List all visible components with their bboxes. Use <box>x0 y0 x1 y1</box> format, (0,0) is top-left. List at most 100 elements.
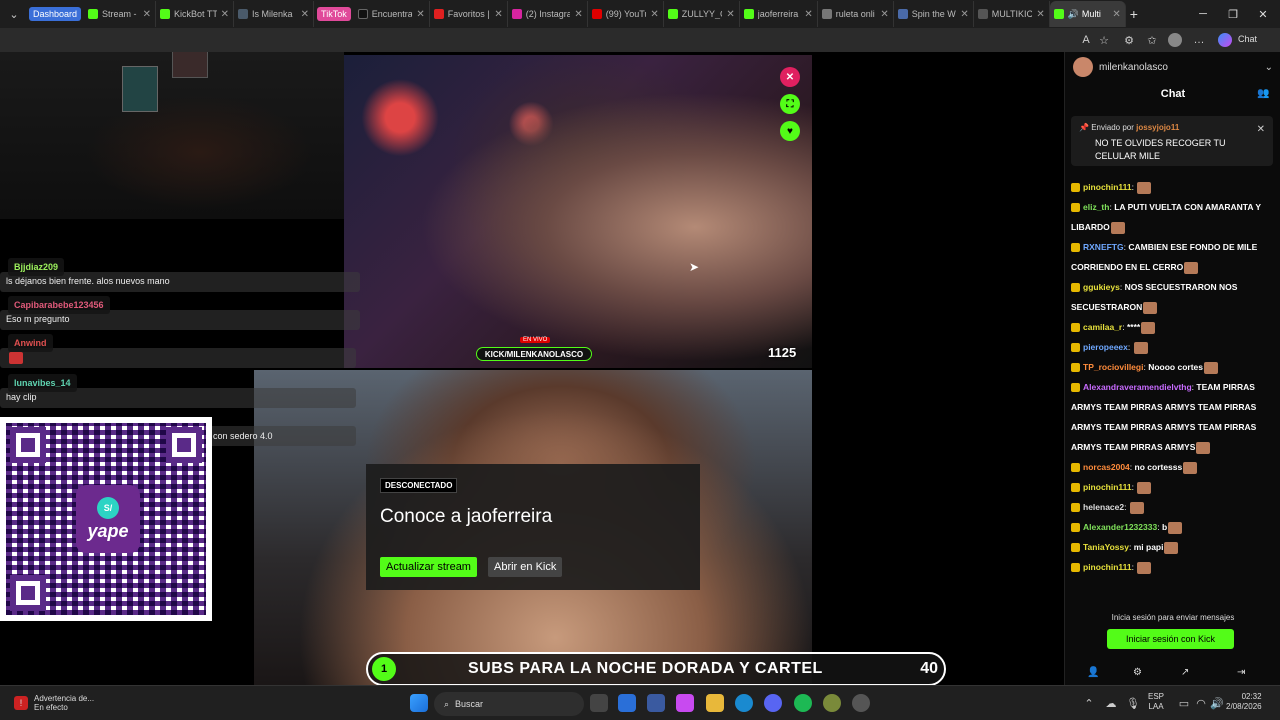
close-icon[interactable]: ✕ <box>650 9 658 20</box>
close-pinned-icon[interactable]: ✕ <box>1257 124 1265 135</box>
more-menu-icon[interactable]: … <box>1192 33 1206 47</box>
tab-favoritos[interactable]: Favoritos | ✕ <box>430 1 508 27</box>
app-icon[interactable] <box>823 694 841 712</box>
translate-icon[interactable]: A <box>1079 33 1093 47</box>
tab-group-tiktok[interactable]: TikTok <box>317 7 351 21</box>
close-icon[interactable]: ✕ <box>726 9 734 20</box>
close-icon[interactable]: ✕ <box>574 9 582 20</box>
chat-username[interactable]: Alexandraveramendielvthg <box>1083 382 1192 392</box>
store-icon[interactable] <box>647 694 665 712</box>
window-close-icon[interactable]: ✕ <box>1248 0 1278 28</box>
extensions-icon[interactable]: ⚙ <box>1122 33 1136 47</box>
close-icon[interactable]: ✕ <box>494 9 502 20</box>
tab-zullyy[interactable]: ZULLYY_C ✕ <box>664 1 740 27</box>
network-tray-icon[interactable]: ☁ <box>1102 694 1120 712</box>
fullscreen-icon[interactable]: ⛶ <box>780 94 800 114</box>
favorites-icon[interactable]: ✩ <box>1145 33 1159 47</box>
close-stream-icon[interactable]: ✕ <box>780 67 800 87</box>
close-icon[interactable]: ✕ <box>804 9 812 20</box>
security-warning[interactable]: ! Advertencia de... En efecto <box>14 694 94 712</box>
obs-icon[interactable] <box>852 694 870 712</box>
channel-selector[interactable]: milenkanolasco ⌄ <box>1073 56 1273 78</box>
chevron-up-icon[interactable]: ⌃ <box>1080 694 1098 712</box>
copilot-app-icon[interactable] <box>676 694 694 712</box>
tab-actions-menu[interactable]: ⌄ <box>2 4 26 24</box>
chat-username[interactable]: camilaa_r <box>1083 322 1122 332</box>
close-icon[interactable]: ✕ <box>960 9 968 20</box>
gear-icon[interactable]: ⚙ <box>1133 667 1142 678</box>
volume-icon[interactable]: 🔊 <box>1208 694 1226 712</box>
update-stream-button[interactable]: Actualizar stream <box>380 557 477 577</box>
chat-username[interactable]: pieropeeex <box>1083 342 1128 352</box>
system-clock[interactable]: 02:32 2/08/2026 <box>1226 692 1262 712</box>
users-icon[interactable]: 👥 <box>1257 88 1269 99</box>
tab-encuentra[interactable]: Encuentra ✕ <box>354 1 430 27</box>
chat-username[interactable]: pinochin111 <box>1083 482 1132 492</box>
tab-stream[interactable]: Stream - K✕ <box>84 1 157 27</box>
close-icon[interactable]: ✕ <box>1036 9 1044 20</box>
display-icon[interactable]: ▭ <box>1175 694 1193 712</box>
tab-ruleta[interactable]: ruleta onli ✕ <box>818 1 894 27</box>
close-icon[interactable]: ✕ <box>416 9 424 20</box>
sub-badge-icon <box>1071 203 1080 213</box>
chat-username[interactable]: norcas2004 <box>1083 462 1130 472</box>
favorite-star-icon[interactable]: ☆ <box>1097 33 1111 47</box>
tab-kickbot[interactable]: KickBot TT ✕ <box>156 1 235 27</box>
chat-username[interactable]: helenace2 <box>1083 502 1124 512</box>
task-view-icon[interactable] <box>590 694 608 712</box>
close-icon[interactable]: ✕ <box>301 9 309 20</box>
taskbar-search[interactable]: ⌕ Buscar <box>434 692 584 716</box>
discord-icon[interactable] <box>764 694 782 712</box>
emote-icon <box>1141 321 1156 334</box>
login-with-kick-button[interactable]: Iniciar sesión con Kick <box>1107 629 1234 649</box>
copilot-icon[interactable] <box>1218 33 1232 47</box>
edge-icon[interactable] <box>735 694 753 712</box>
stream-video-milenkanolasco[interactable]: ✕ ⛶ ♥ ➤ <box>344 55 812 368</box>
tab-multikick[interactable]: MULTIKICK✕ <box>974 1 1050 27</box>
chat-username[interactable]: ggukieys <box>1083 282 1120 292</box>
chat-username[interactable]: TaniaYossy <box>1083 542 1129 552</box>
share-icon[interactable]: ↗ <box>1181 667 1189 678</box>
add-user-icon[interactable]: 👤 <box>1087 667 1099 678</box>
file-explorer-icon[interactable] <box>706 694 724 712</box>
close-icon[interactable]: ✕ <box>143 9 151 20</box>
chat-username[interactable]: Alexander1232333 <box>1083 522 1157 532</box>
audio-icon[interactable]: 🔊 <box>1068 9 1079 20</box>
tab-group-dashboard[interactable]: Dashboard <box>29 7 82 21</box>
chevron-down-icon[interactable]: ⌄ <box>1265 62 1273 73</box>
kick-icon <box>88 9 99 19</box>
open-in-kick-button[interactable]: Abrir en Kick <box>488 557 563 577</box>
overlay-chat-message: ls déjanos bien frente. alos nuevos mano <box>6 276 170 286</box>
chat-message: pinochin111: <box>1071 477 1275 497</box>
yape-qr-code: S/ yape <box>0 417 212 621</box>
language-indicator[interactable]: ESP LAA <box>1148 692 1164 712</box>
mic-icon[interactable]: 🎙 <box>1124 694 1142 712</box>
chat-label[interactable]: Chat <box>1238 34 1257 44</box>
tab-spin-wheel[interactable]: Spin the W ✕ <box>894 1 974 27</box>
close-icon[interactable]: ✕ <box>221 9 229 20</box>
windows-start-icon[interactable] <box>410 694 428 712</box>
minimize-icon[interactable]: ─ <box>1188 0 1218 28</box>
chat-username[interactable]: RXNEFTG <box>1083 242 1124 252</box>
spotify-icon[interactable] <box>794 694 812 712</box>
logout-icon[interactable]: ⇥ <box>1237 667 1245 678</box>
chat-username[interactable]: TP_rociovillegi <box>1083 362 1143 372</box>
profile-avatar[interactable] <box>1168 33 1182 47</box>
notes-icon[interactable] <box>618 694 636 712</box>
chat-username[interactable]: eliz_th <box>1083 202 1109 212</box>
new-tab-button[interactable]: + <box>1126 1 1150 27</box>
heart-icon[interactable]: ♥ <box>780 121 800 141</box>
tab-multi-active[interactable]: 🔊 Multi ✕ <box>1049 1 1126 27</box>
tab-instagram[interactable]: (2) Instagra ✕ <box>508 1 588 27</box>
chat-message: ggukieys: NOS SECUESTRARON NOS SECUESTRA… <box>1071 282 1238 314</box>
close-icon[interactable]: ✕ <box>1112 9 1120 20</box>
close-icon[interactable]: ✕ <box>880 9 888 20</box>
chat-message: Alexandraveramendielvthg: TEAM PIRRAS AR… <box>1071 382 1257 454</box>
chat-text: **** <box>1126 322 1141 332</box>
chat-username[interactable]: pinochin111 <box>1083 182 1132 192</box>
tab-jaoferreira[interactable]: jaoferreira ✕ <box>740 1 818 27</box>
tab-youtube[interactable]: (99) YouTu ✕ <box>588 1 664 27</box>
tab-is-milenka[interactable]: Is Milenka ✕ <box>234 1 315 27</box>
maximize-icon[interactable]: ❐ <box>1218 0 1248 28</box>
chat-username[interactable]: pinochin111 <box>1083 562 1132 572</box>
